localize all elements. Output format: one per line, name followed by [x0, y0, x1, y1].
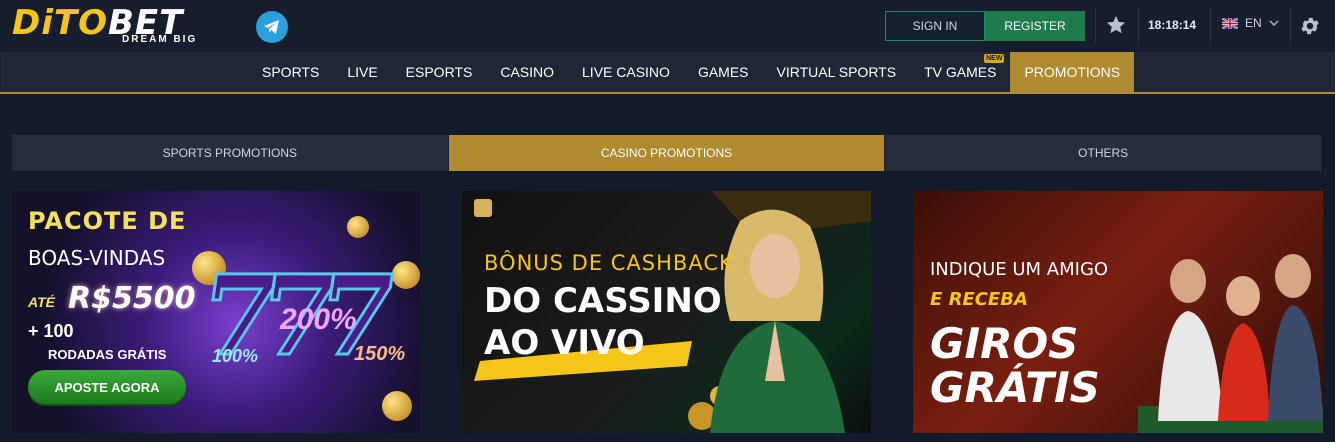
new-badge: NEW [984, 54, 1005, 63]
celebrating-people-graphic [1138, 254, 1323, 433]
nav-item-live[interactable]: LIVE [333, 52, 391, 92]
nav-items: SPORTS LIVE ESPORTS CASINO LIVE CASINO G… [248, 52, 1135, 92]
banner-upto-label: ATÉ [28, 294, 55, 310]
nav-bar: SPORTS LIVE ESPORTS CASINO LIVE CASINO G… [2, 52, 1333, 92]
bet-now-button[interactable]: APOSTE AGORA [28, 370, 186, 404]
divider [1138, 8, 1139, 44]
uk-flag-icon [1222, 17, 1238, 29]
bonus-percent-left: 100% [212, 346, 259, 366]
register-button[interactable]: REGISTER [985, 11, 1085, 41]
promotion-tabs: SPORTS PROMOTIONS CASINO PROMOTIONS OTHE… [12, 135, 1323, 171]
nav-item-games[interactable]: GAMES [684, 52, 763, 92]
bonus-percent-mid: 200% [280, 303, 357, 336]
clock-time: 18:18:14 [1148, 18, 1197, 32]
banner-free-spins: RODADAS GRÁTIS [48, 347, 167, 362]
nav-item-live-casino[interactable]: LIVE CASINO [568, 52, 684, 92]
banner-subtitle: E RECEBA [930, 289, 1028, 310]
banner-plus-spins: + 100 [28, 321, 74, 341]
tab-others[interactable]: OTHERS [885, 135, 1323, 171]
divider [1210, 8, 1211, 44]
nav-item-virtual-sports[interactable]: VIRTUAL SPORTS [763, 52, 911, 92]
top-header: DiTOBET DREAM BIG SIGN IN REGISTER 18:18… [0, 0, 1335, 52]
bonus-percent-right: 150% [354, 343, 406, 365]
banner-subtitle-2: AO VIVO [484, 323, 645, 363]
language-code: EN [1245, 16, 1262, 30]
nav-item-tv-games[interactable]: TV GAMES NEW [910, 52, 1010, 92]
banner-subtitle: DO CASSINO [484, 281, 722, 321]
refer-a-friend-banner[interactable]: INDIQUE UM AMIGO E RECEBA GIROS GRÁTIS [913, 191, 1323, 433]
banner-title: PACOTE DE [28, 207, 187, 235]
banner-title: INDIQUE UM AMIGO [930, 259, 1109, 280]
nav-item-sports[interactable]: SPORTS [248, 52, 333, 92]
coin-graphic [392, 261, 420, 289]
nav-item-esports[interactable]: ESPORTS [392, 52, 487, 92]
chevron-down-icon [1269, 16, 1279, 30]
divider [1290, 8, 1291, 44]
coin-graphic [382, 391, 412, 421]
nav-item-promotions[interactable]: PROMOTIONS [1010, 52, 1135, 92]
site-logo[interactable]: DiTOBET DREAM BIG [12, 4, 232, 48]
nav-item-casino[interactable]: CASINO [486, 52, 568, 92]
nav-item-label: TV GAMES [924, 64, 997, 80]
logo-tagline: DREAM BIG [122, 34, 198, 45]
banner-amount: R$5500 [68, 281, 196, 316]
favorites-star-icon[interactable] [1105, 14, 1127, 36]
welcome-package-banner[interactable]: 777 100% 200% 150% PACOTE DE BOAS-VINDAS… [12, 191, 420, 433]
gear-icon[interactable] [1299, 15, 1321, 37]
language-selector[interactable]: EN [1222, 16, 1279, 30]
coin-graphic [347, 216, 369, 238]
divider [1095, 8, 1096, 44]
cashback-banner[interactable]: BÔNUS DE CASHBACK DO CASSINO AO VIVO [462, 191, 871, 433]
banner-title: BÔNUS DE CASHBACK [484, 251, 734, 275]
sign-in-button[interactable]: SIGN IN [885, 11, 985, 41]
banner-subtitle: BOAS-VINDAS [28, 246, 166, 270]
main-navigation: SPORTS LIVE ESPORTS CASINO LIVE CASINO G… [0, 52, 1335, 94]
banner-headline: GIROS [930, 319, 1079, 368]
telegram-icon[interactable] [256, 11, 288, 43]
banner-headline-2: GRÁTIS [930, 363, 1100, 412]
tab-casino-promotions[interactable]: CASINO PROMOTIONS [448, 135, 886, 171]
tab-sports-promotions[interactable]: SPORTS PROMOTIONS [12, 135, 449, 171]
